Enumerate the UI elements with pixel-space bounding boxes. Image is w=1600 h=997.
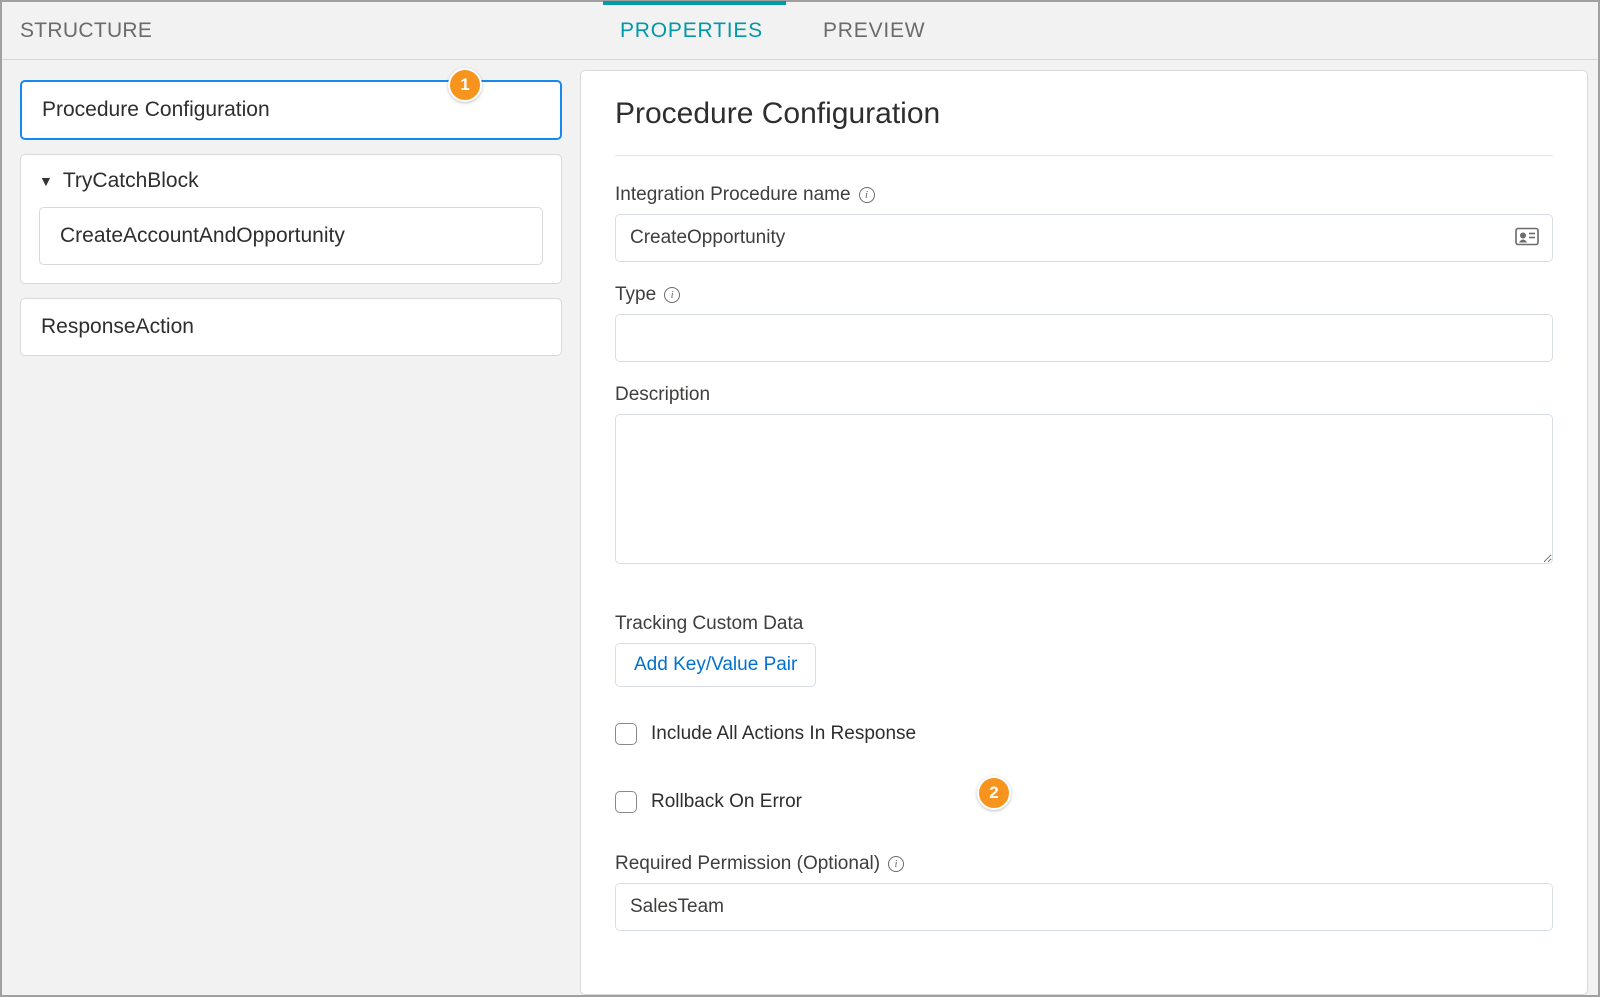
field-required-permission: Required Permission (Optional) i <box>615 853 1553 931</box>
sidebar-item-createaccountandopportunity[interactable]: CreateAccountAndOpportunity <box>39 207 543 265</box>
sidebar-item-responseaction[interactable]: ResponseAction <box>20 298 562 356</box>
info-icon[interactable]: i <box>664 287 680 303</box>
sidebar: Procedure Configuration ▼ TryCatchBlock … <box>2 60 580 995</box>
sidebar-group-trycatchblock[interactable]: ▼ TryCatchBlock CreateAccountAndOpportun… <box>20 154 562 284</box>
label-required-permission: Required Permission (Optional) i <box>615 853 1553 875</box>
body-row: Procedure Configuration ▼ TryCatchBlock … <box>2 60 1598 995</box>
field-integration-procedure-name: Integration Procedure name i <box>615 184 1553 262</box>
tab-properties[interactable]: PROPERTIES <box>620 2 763 59</box>
input-integration-procedure-name[interactable] <box>615 214 1553 262</box>
header-row: STRUCTURE PROPERTIES PREVIEW <box>2 2 1598 60</box>
app-frame: STRUCTURE PROPERTIES PREVIEW Procedure C… <box>0 0 1600 997</box>
field-description: Description <box>615 384 1553 569</box>
label-description: Description <box>615 384 1553 406</box>
label-text: Tracking Custom Data <box>615 613 803 635</box>
id-card-icon <box>1515 226 1539 251</box>
label-tracking: Tracking Custom Data <box>615 613 1553 635</box>
checkbox-include-all-actions[interactable]: Include All Actions In Response <box>615 723 1553 745</box>
structure-heading: STRUCTURE <box>2 19 580 43</box>
info-icon[interactable]: i <box>888 856 904 872</box>
label-text: Integration Procedure name <box>615 184 851 206</box>
input-wrap <box>615 214 1553 262</box>
label-text: Type <box>615 284 656 306</box>
checkbox-box[interactable] <box>615 791 637 813</box>
field-tracking-custom-data: Tracking Custom Data Add Key/Value Pair <box>615 613 1553 687</box>
checkbox-rollback-on-error[interactable]: Rollback On Error <box>615 791 1553 813</box>
tabs-container: PROPERTIES PREVIEW <box>580 2 925 59</box>
properties-panel: Procedure Configuration Integration Proc… <box>580 70 1588 995</box>
input-type[interactable] <box>615 314 1553 362</box>
sidebar-group-label: TryCatchBlock <box>63 169 199 193</box>
label-integration-procedure-name: Integration Procedure name i <box>615 184 1553 206</box>
tab-active-indicator <box>603 1 786 5</box>
field-type: Type i <box>615 284 1553 362</box>
input-description[interactable] <box>615 414 1553 564</box>
label-text: Required Permission (Optional) <box>615 853 880 875</box>
main-panel-wrap: Procedure Configuration Integration Proc… <box>580 60 1598 995</box>
panel-title: Procedure Configuration <box>615 97 1553 156</box>
add-key-value-pair-button[interactable]: Add Key/Value Pair <box>615 643 816 687</box>
chevron-down-icon: ▼ <box>39 173 53 189</box>
info-icon[interactable]: i <box>859 187 875 203</box>
checkbox-box[interactable] <box>615 723 637 745</box>
sidebar-item-label: CreateAccountAndOpportunity <box>60 224 345 247</box>
callout-badge-2: 2 <box>977 776 1011 810</box>
callout-badge-1: 1 <box>448 68 482 102</box>
input-required-permission[interactable] <box>615 883 1553 931</box>
checkbox-label: Rollback On Error <box>651 791 802 813</box>
label-text: Description <box>615 384 710 406</box>
tab-preview[interactable]: PREVIEW <box>823 2 925 59</box>
sidebar-item-label: ResponseAction <box>41 315 194 338</box>
sidebar-item-label: Procedure Configuration <box>42 98 270 121</box>
checkbox-label: Include All Actions In Response <box>651 723 916 745</box>
label-type: Type i <box>615 284 1553 306</box>
sidebar-group-header[interactable]: ▼ TryCatchBlock <box>39 169 543 193</box>
